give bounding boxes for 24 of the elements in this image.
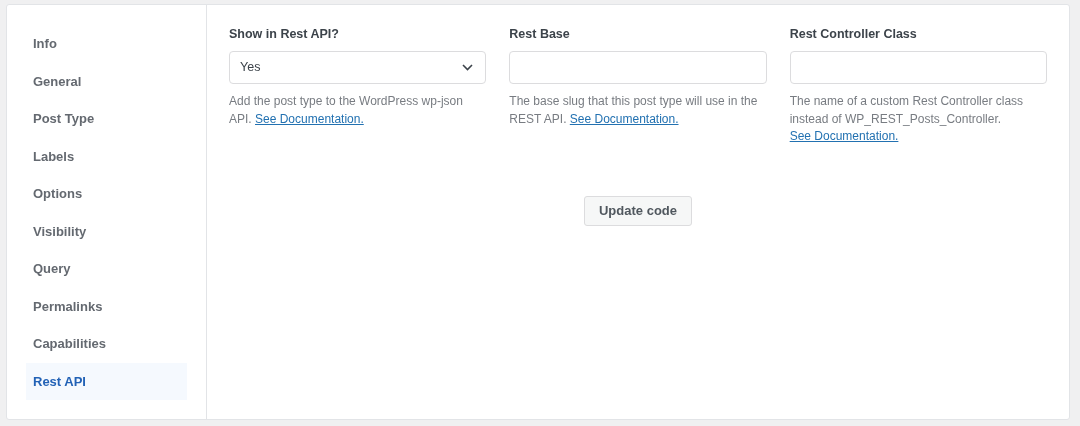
sidebar-item[interactable]: Permalinks bbox=[26, 287, 187, 325]
update-code-button[interactable]: Update code bbox=[584, 195, 692, 226]
input-field[interactable] bbox=[789, 51, 1047, 84]
chevron-down-icon bbox=[462, 64, 474, 71]
sidebar-item[interactable]: Post Type bbox=[26, 100, 187, 138]
documentation-link[interactable]: See Documentation. bbox=[569, 111, 679, 126]
sidebar-item[interactable]: Query bbox=[26, 250, 187, 288]
field-label: Rest Base bbox=[509, 26, 570, 43]
field-label: Rest Controller Class bbox=[789, 26, 917, 43]
sidebar-item[interactable]: Info bbox=[26, 25, 187, 63]
sidebar-item[interactable]: Options bbox=[26, 175, 187, 213]
sidebar-item[interactable]: Visibility bbox=[26, 212, 187, 250]
field-label: Show in Rest API? bbox=[229, 26, 339, 43]
select-field[interactable]: Yes bbox=[229, 51, 487, 84]
input-field[interactable] bbox=[509, 51, 767, 84]
help-text: The name of a custom Rest Controller class instead of WP_REST_Posts_Controller. See Documentation. bbox=[789, 93, 1025, 145]
sidebar-item[interactable]: Labels bbox=[26, 137, 187, 175]
sidebar-item[interactable]: General bbox=[26, 62, 187, 100]
sidebar-item[interactable]: Rest API bbox=[26, 362, 187, 400]
documentation-link[interactable]: See Documentation. bbox=[789, 129, 899, 143]
documentation-link[interactable]: See Documentation. bbox=[255, 111, 364, 126]
help-text: The base slug that this post type will use in the REST API. See Documentation. bbox=[509, 93, 759, 128]
sidebar-item[interactable]: Capabilities bbox=[26, 325, 187, 363]
help-text: Add the post type to the WordPress wp-json API. See Documentation. bbox=[229, 93, 464, 128]
